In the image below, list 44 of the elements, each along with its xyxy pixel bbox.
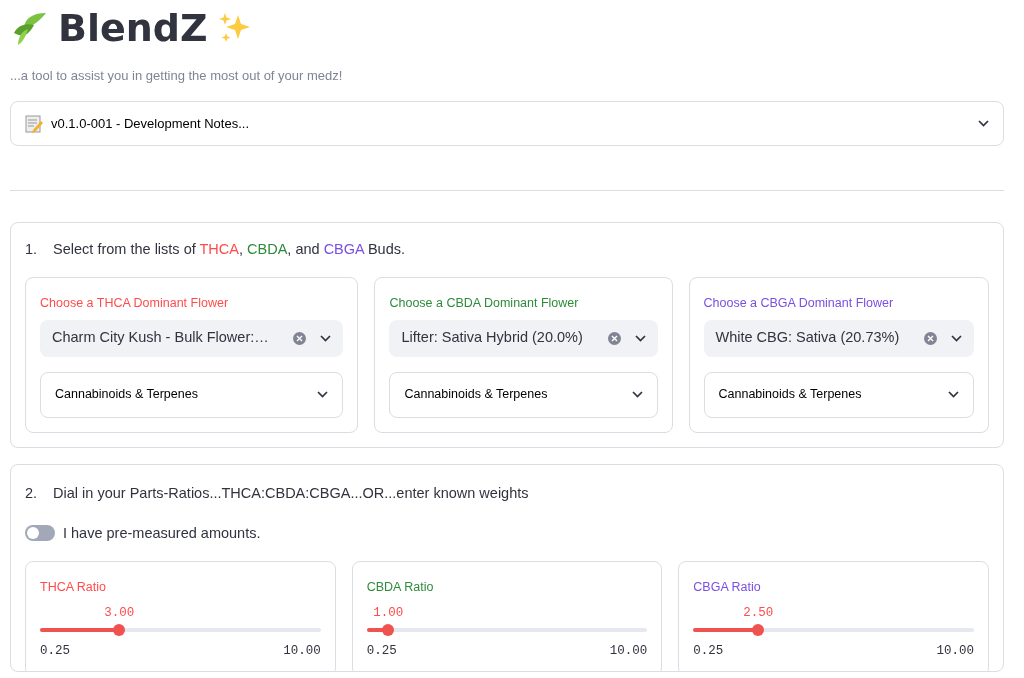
min-value: 0.25 bbox=[693, 643, 724, 661]
slider-value: 3.00 bbox=[104, 605, 135, 623]
clear-icon[interactable] bbox=[293, 331, 307, 345]
slider-value: 2.50 bbox=[743, 605, 774, 623]
field-label: Choose a CBGA Dominant Flower bbox=[703, 295, 895, 313]
field-label: Choose a CBDA Dominant Flower bbox=[389, 295, 580, 313]
clear-icon[interactable] bbox=[924, 331, 937, 345]
toggle-switch[interactable] bbox=[25, 525, 55, 542]
max-value: 10.00 bbox=[609, 643, 648, 661]
flower-select[interactable]: White CBG: Sativa (20.73%) bbox=[703, 319, 974, 357]
slider-thumb[interactable] bbox=[752, 624, 765, 637]
chevron-down-icon bbox=[951, 334, 962, 342]
details-expander[interactable]: Cannabinoids & Terpenes bbox=[389, 371, 658, 418]
chevron-down-icon bbox=[320, 334, 332, 342]
step-number: 2. bbox=[25, 483, 38, 503]
slider-thumb[interactable] bbox=[113, 624, 126, 637]
app-title: BlendZ bbox=[58, 8, 208, 50]
notepad-icon bbox=[25, 114, 43, 133]
details-expander[interactable]: Cannabinoids & Terpenes bbox=[703, 371, 974, 418]
step-number: 1. bbox=[25, 240, 38, 260]
slider-value: 1.00 bbox=[373, 605, 404, 623]
chevron-down-icon bbox=[948, 391, 959, 399]
min-value: 0.25 bbox=[366, 643, 397, 661]
chevron-down-icon bbox=[634, 334, 646, 342]
details-expander[interactable]: Cannabinoids & Terpenes bbox=[40, 371, 344, 418]
flower-select[interactable]: Charm City Kush - Bulk Flower:… bbox=[40, 319, 344, 357]
chevron-down-icon bbox=[317, 391, 329, 399]
max-value: 10.00 bbox=[936, 643, 974, 661]
notes-expander[interactable]: v0.1.0-001 - Development Notes... bbox=[10, 101, 1004, 147]
slider-label: CBDA Ratio bbox=[366, 579, 435, 597]
slider-label: THCA Ratio bbox=[40, 579, 107, 597]
toggle-label: I have pre-measured amounts. bbox=[63, 523, 261, 543]
flower-select[interactable]: Lifter: Sativa Hybrid (20.0%) bbox=[389, 319, 658, 357]
slider-label: CBGA Ratio bbox=[693, 579, 762, 597]
chevron-down-icon bbox=[978, 120, 989, 128]
section-heading: Dial in your Parts-Ratios...THCA:CBDA:CBGA...OR...enter known weights bbox=[53, 483, 529, 503]
clear-icon[interactable] bbox=[607, 331, 621, 345]
subtitle: ...a tool to assist you in getting the most out of your medz! bbox=[10, 66, 344, 85]
field-label: Choose a THCA Dominant Flower bbox=[40, 295, 230, 313]
slider-thumb[interactable] bbox=[382, 624, 395, 637]
chevron-down-icon bbox=[631, 391, 643, 399]
min-value: 0.25 bbox=[40, 643, 70, 661]
max-value: 10.00 bbox=[283, 643, 321, 661]
section-heading: Select from the lists of THCA, CBDA, and CBGA Buds. bbox=[53, 240, 406, 260]
